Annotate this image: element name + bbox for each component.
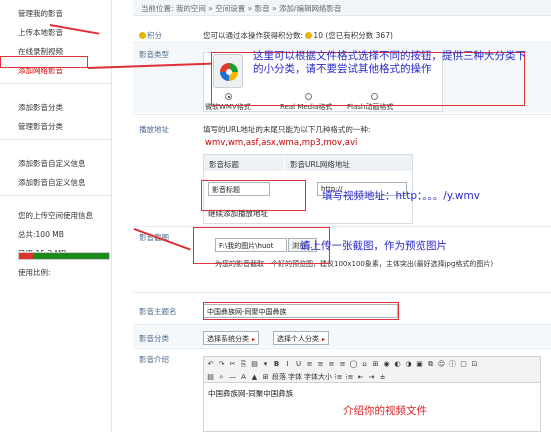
sidebar-item-add-category[interactable]: 添加影音分类 bbox=[0, 98, 111, 117]
system-category-select[interactable]: 选择系统分类 ▸ bbox=[203, 331, 260, 345]
toolbar-row1-button-1[interactable]: ↷ bbox=[217, 359, 226, 369]
screenshot-label: 影音截图 bbox=[139, 233, 169, 242]
divider bbox=[133, 348, 551, 349]
toolbar-row1-button-7[interactable]: I bbox=[283, 359, 292, 369]
toolbar-row2-button-8[interactable]: 字体大小 bbox=[304, 372, 332, 382]
toolbar-row2-button-4[interactable]: ▲ bbox=[250, 372, 259, 382]
type-label: 影音类型 bbox=[139, 50, 169, 59]
toolbar-row2-button-1[interactable]: ⌕ bbox=[217, 372, 226, 382]
toolbar-row1-button-19[interactable]: ▣ bbox=[415, 359, 424, 369]
url-formats: wmv,wm,asf,asx,wma,mp3,mov,avi bbox=[205, 138, 358, 148]
sidebar-item-custom-info-2[interactable]: 添加影音自定义信息 bbox=[0, 173, 111, 192]
toolbar-row1-button-5[interactable]: ▾ bbox=[261, 359, 270, 369]
toolbar-row1-button-22[interactable]: ⓘ bbox=[448, 359, 457, 369]
annotation-box-url bbox=[201, 180, 306, 211]
category-label: 影音分类 bbox=[139, 334, 169, 343]
sidebar-group-custom: 添加影音自定义信息 添加影音自定义信息 bbox=[0, 150, 111, 196]
sidebar-group-category: 添加影音分类 管理影音分类 bbox=[0, 94, 111, 140]
coin-icon bbox=[139, 32, 146, 39]
toolbar-row1-button-0[interactable]: ↶ bbox=[206, 359, 215, 369]
toolbar-row2-button-3[interactable]: A bbox=[239, 372, 248, 382]
storage-usage-bar bbox=[18, 252, 110, 260]
title-label: 影音主题名 bbox=[139, 307, 177, 316]
intro-editor-content: 中国彝族网-同聚中国彝族 bbox=[208, 389, 294, 398]
toolbar-row2-button-11[interactable]: ⇤ bbox=[356, 372, 365, 382]
dropdown-arrow-icon: ▸ bbox=[252, 336, 256, 343]
toolbar-row1-button-20[interactable]: ⧉ bbox=[426, 359, 435, 369]
sidebar-item-custom-info-1[interactable]: 添加影音自定义信息 bbox=[0, 154, 111, 173]
category-row bbox=[133, 325, 551, 347]
url-col-title: 影音标题 bbox=[204, 155, 284, 171]
toolbar-row2-button-5[interactable]: ⊞ bbox=[261, 372, 270, 382]
toolbar-row1-button-2[interactable]: ✂ bbox=[228, 359, 237, 369]
annotation-intro-note: 介绍你的视频文件 bbox=[343, 405, 427, 417]
sidebar-group-media: 管理我的影音 上传本地影音 在线录制视频 添加网络影音 bbox=[0, 0, 111, 84]
toolbar-row1-button-23[interactable]: ▢ bbox=[459, 359, 468, 369]
toolbar-row1-button-3[interactable]: ⎘ bbox=[239, 359, 248, 369]
annotation-type-note: 这里可以根据文件格式选择不同的按钮，提供三种大分类下的小分类，请不要尝试其他格式… bbox=[253, 50, 526, 75]
dropdown-arrow-icon: ▸ bbox=[322, 336, 326, 343]
toolbar-row2-button-10[interactable]: ⁝≡ bbox=[345, 372, 354, 382]
toolbar-row1-button-4[interactable]: ▤ bbox=[250, 359, 259, 369]
url-hint: 填写的URL地址的末尾只能为以下几种格式的一种: bbox=[203, 125, 371, 134]
toolbar-row2-button-0[interactable]: ▤ bbox=[206, 372, 215, 382]
storage-ratio-label: 使用比例: bbox=[18, 268, 51, 277]
storage-total: 总共:100 MB bbox=[18, 230, 64, 239]
points-info: 您可以通过本操作获得积分数: 10 (您已有积分数 367) bbox=[203, 31, 393, 40]
toolbar-row2-button-7[interactable]: 字体 bbox=[288, 372, 302, 382]
toolbar-row2-button-13[interactable]: ± bbox=[378, 372, 387, 382]
toolbar-row1-button-8[interactable]: U bbox=[294, 359, 303, 369]
breadcrumb: 当前位置: 我的空间 » 空间设置 » 影音 » 添加/编辑网络影音 bbox=[141, 4, 342, 13]
sidebar-item-manage-media[interactable]: 管理我的影音 bbox=[0, 4, 111, 23]
annotation-image-note: 请上传一张截图，作为预览图片 bbox=[300, 240, 447, 252]
personal-category-select[interactable]: 选择个人分类 ▸ bbox=[273, 331, 330, 345]
toolbar-row2-button-2[interactable]: — bbox=[228, 372, 237, 382]
storage-title: 您的上传空间使用信息 bbox=[18, 211, 93, 220]
toolbar-row1-button-18[interactable]: ◑ bbox=[404, 359, 413, 369]
toolbar-row1-button-21[interactable]: ☺ bbox=[437, 359, 446, 369]
toolbar-row2-button-12[interactable]: ⇥ bbox=[367, 372, 376, 382]
url-col-url: 影音URL网络地址 bbox=[285, 155, 412, 171]
storage-usage-fill bbox=[19, 253, 33, 259]
divider bbox=[133, 114, 551, 115]
toolbar-row1-button-24[interactable]: ⊡ bbox=[470, 359, 479, 369]
toolbar-row1-button-13[interactable]: ◯ bbox=[349, 359, 358, 369]
toolbar-row1-button-9[interactable]: ≡ bbox=[305, 359, 314, 369]
toolbar-row1-button-16[interactable]: ◉ bbox=[382, 359, 391, 369]
intro-label: 影音介绍 bbox=[139, 355, 169, 364]
toolbar-row1-button-14[interactable]: ⌂ bbox=[360, 359, 369, 369]
editor-toolbar-row-2: ▤ ⌕ — A ▲ ⊞ 段落 字体 字体大小 ⁝≡ ⁝≡ ⇤ ⇥ ± bbox=[206, 372, 387, 382]
toolbar-row1-button-11[interactable]: ≡ bbox=[327, 359, 336, 369]
toolbar-row2-button-9[interactable]: ⁝≡ bbox=[334, 372, 343, 382]
coin-icon bbox=[305, 32, 313, 39]
toolbar-row2-button-6[interactable]: 段落 bbox=[272, 372, 286, 382]
sidebar-item-manage-category[interactable]: 管理影音分类 bbox=[0, 117, 111, 136]
divider bbox=[133, 292, 551, 293]
url-label: 播放地址 bbox=[139, 125, 169, 134]
toolbar-row1-button-6[interactable]: B bbox=[272, 359, 281, 369]
annotation-box-sidebar bbox=[0, 56, 88, 68]
annotation-url-note: 填写视频地址：http：。。。/y.wmv bbox=[322, 190, 480, 202]
annotation-box-title bbox=[203, 302, 399, 320]
editor-toolbar-row-1: ↶ ↷ ✂ ⎘ ▤ ▾ B I U ≡ ≡ ≡ ≡ ◯ ⌂ ⊞ ◉ ◐ ◑ ▣ ⧉ ☺ ⓘ ▢ ⊡ bbox=[206, 359, 479, 369]
toolbar-row1-button-12[interactable]: ≡ bbox=[338, 359, 347, 369]
points-label: 积分 bbox=[139, 30, 162, 41]
toolbar-row1-button-17[interactable]: ◐ bbox=[393, 359, 402, 369]
editor-toolbar: ↶ ↷ ✂ ⎘ ▤ ▾ B I U ≡ ≡ ≡ ≡ ◯ ⌂ ⊞ ◉ ◐ ◑ ▣ ⧉ ☺ ⓘ ▢ ⊡ ▤ ⌕ — A ▲ ⊞ 段落 字体 字体大小… bbox=[203, 356, 541, 383]
toolbar-row1-button-10[interactable]: ≡ bbox=[316, 359, 325, 369]
storage-info: 您的上传空间使用信息 总共:100 MB 已用:15.2 MB 使用比例: bbox=[0, 206, 111, 282]
toolbar-row1-button-15[interactable]: ⊞ bbox=[371, 359, 380, 369]
